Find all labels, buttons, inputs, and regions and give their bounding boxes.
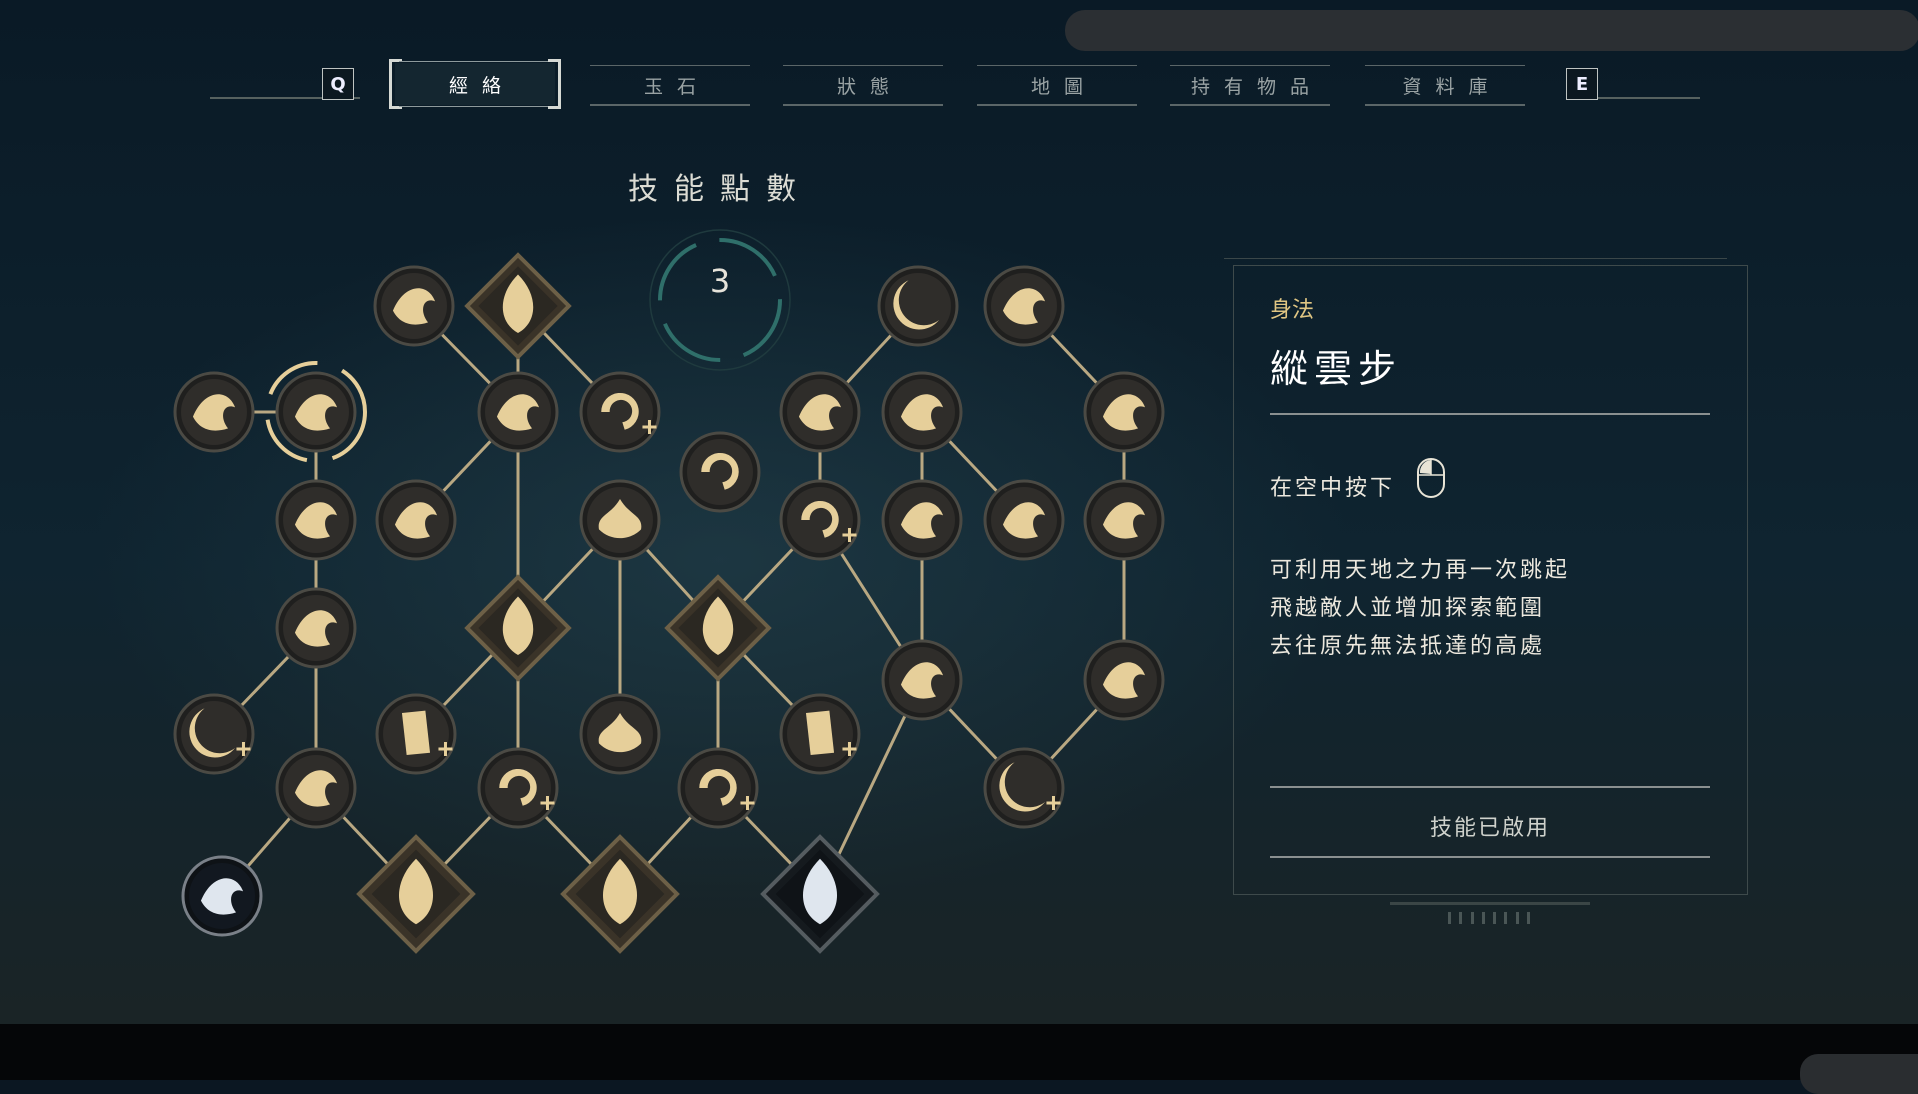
skill-node-burst[interactable] <box>881 479 963 561</box>
next-tab-key[interactable]: E <box>1566 68 1598 100</box>
skill-node-crescent-plus[interactable] <box>173 693 255 775</box>
skill-node-wind-cloud[interactable] <box>173 371 255 453</box>
skill-node-sword-spin[interactable] <box>679 431 761 513</box>
skill-node-monkey-leap[interactable] <box>275 587 357 669</box>
skill-node-talisman-plus[interactable] <box>779 693 861 775</box>
description-line: 可利用天地之力再一次跳起 <box>1270 558 1571 583</box>
skill-tree <box>173 252 1165 954</box>
skill-node-spin-plus[interactable] <box>579 371 661 453</box>
skill-node-spin-plus[interactable] <box>779 479 861 561</box>
skill-status: 技能已啟用 <box>1429 816 1550 841</box>
divider <box>1270 786 1710 788</box>
skill-node-dragon-claw[interactable] <box>983 265 1065 347</box>
divider <box>1270 413 1710 415</box>
skill-node-bird-dive[interactable] <box>375 479 457 561</box>
divider <box>1270 856 1710 858</box>
skill-description: 可利用天地之力再一次跳起 飛越敵人並增加探索範圍 去往原先無法抵達的高處 <box>1270 552 1570 666</box>
skill-node-crescent[interactable] <box>877 265 959 347</box>
skill-node-kick[interactable] <box>983 479 1065 561</box>
tab-database[interactable]: 資料庫 <box>1365 65 1525 106</box>
skill-node-monkey[interactable] <box>275 479 357 561</box>
skill-node-crescent-plus[interactable] <box>983 747 1065 829</box>
skill-node-whirl-burst[interactable] <box>881 639 963 721</box>
skill-node-lightning-strike[interactable] <box>779 371 861 453</box>
description-line: 飛越敵人並增加探索範圍 <box>1270 596 1546 621</box>
panel-ticks <box>1448 912 1530 926</box>
skill-input-hint: 在空中按下 <box>1270 476 1396 501</box>
skill-node-spin-plus[interactable] <box>677 747 759 829</box>
skill-node-lotus[interactable] <box>579 479 661 561</box>
skill-node-flying-bird[interactable] <box>477 371 559 453</box>
skill-node-blossom-strike[interactable] <box>881 371 963 453</box>
skill-node-monkey[interactable] <box>275 747 357 829</box>
bottom-pill <box>1800 1054 1918 1094</box>
mouse-left-click-icon <box>1417 458 1445 498</box>
panel-scroll-track <box>1390 902 1590 905</box>
skill-node-wind-bird[interactable] <box>373 265 455 347</box>
skill-node-spin-plus[interactable] <box>477 747 559 829</box>
skill-node-swirl-emblem[interactable] <box>181 855 263 937</box>
tab-label: 資料庫 <box>1402 75 1502 98</box>
skill-node-claw-slash[interactable] <box>1083 639 1165 721</box>
description-line: 去往原先無法抵達的高處 <box>1270 634 1546 659</box>
skill-node-talisman-plus[interactable] <box>375 693 457 775</box>
skill-category: 身法 <box>1270 298 1315 323</box>
skill-node-claw-slash[interactable] <box>1083 371 1165 453</box>
skill-name: 縱雲步 <box>1270 347 1403 391</box>
skill-node-leaping-figure[interactable] <box>265 361 367 463</box>
bottom-bar <box>0 1024 1918 1080</box>
skill-node-lotus[interactable] <box>579 693 661 775</box>
skill-tree-nodes <box>173 252 1165 954</box>
skill-node-swirl-claw[interactable] <box>1083 479 1165 561</box>
